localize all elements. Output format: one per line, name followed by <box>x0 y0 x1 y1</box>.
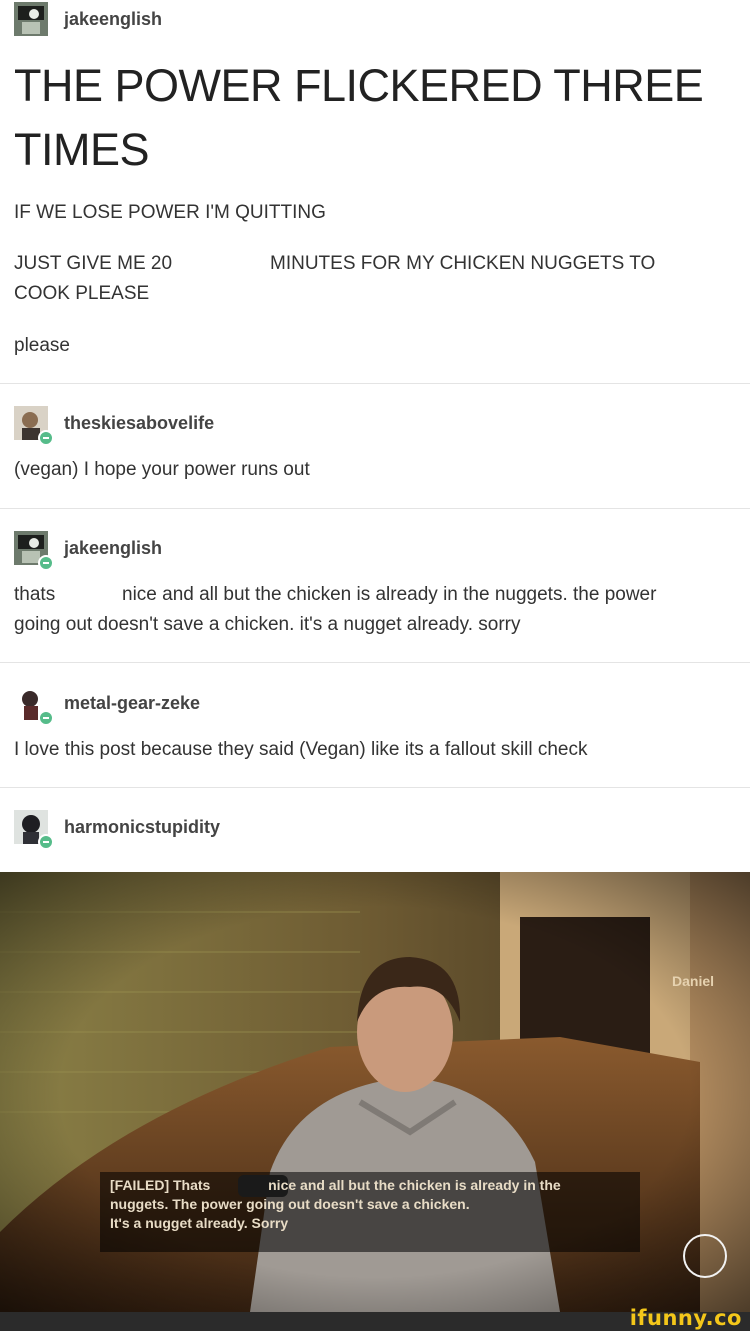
reply-image <box>0 872 750 1312</box>
username[interactable]: theskiesabovelife <box>64 413 214 434</box>
title-line: TIMES <box>14 124 150 175</box>
badge-icon <box>38 834 54 850</box>
caption-text: It's a nugget already. Sorry <box>110 1215 289 1231</box>
post-text: please <box>14 335 70 356</box>
reply-author-row: harmonicstupidity <box>14 810 220 850</box>
post-text-a: JUST GIVE ME 20 <box>14 253 173 274</box>
avatar[interactable] <box>14 2 48 36</box>
reply-author-row: jakeenglish <box>14 531 162 571</box>
post-author-row: jakeenglish <box>14 2 162 36</box>
reply-text: going out doesn't save a chicken. it's a… <box>14 614 521 635</box>
reply-text: (vegan) I hope your power runs out <box>14 459 310 480</box>
badge-icon <box>38 555 54 571</box>
caption-text: [FAILED] Thats <box>110 1177 211 1193</box>
reply-text-b: nice and all but the chicken is already … <box>122 584 657 605</box>
title-line: THE POWER FLICKERED THREE <box>14 60 704 111</box>
avatar[interactable] <box>14 406 54 446</box>
post-title: THE POWER FLICKERED THREE TIMES <box>14 54 734 182</box>
badge-icon <box>38 430 54 446</box>
reply-author-row: theskiesabovelife <box>14 406 214 446</box>
reply-text-a: thats <box>14 584 56 605</box>
badge-icon <box>38 710 54 726</box>
post-text-b: MINUTES FOR MY CHICKEN NUGGETS TO <box>270 253 656 274</box>
caption-text: nuggets. The power going out doesn't sav… <box>110 1196 470 1212</box>
avatar-image <box>14 2 48 36</box>
scene-illustration <box>0 872 750 1312</box>
caption-text: nice and all but the chicken is already … <box>268 1177 561 1193</box>
post-text: COOK PLEASE <box>14 283 150 304</box>
avatar[interactable] <box>14 810 54 850</box>
continue-circle-icon[interactable] <box>683 1234 727 1278</box>
divider <box>0 787 750 788</box>
reply-text: I love this post because they said (Vega… <box>14 739 588 760</box>
divider <box>0 383 750 384</box>
avatar[interactable] <box>14 686 54 726</box>
username[interactable]: jakeenglish <box>64 9 162 30</box>
ifunny-watermark[interactable]: ifunny.co <box>630 1306 742 1330</box>
post-text: IF WE LOSE POWER I'M QUITTING <box>14 202 326 223</box>
username[interactable]: harmonicstupidity <box>64 817 220 838</box>
speaker-name: Daniel <box>672 973 715 989</box>
dialogue-caption: [FAILED] Thats nice and all but the chic… <box>110 1176 630 1233</box>
username[interactable]: metal-gear-zeke <box>64 693 200 714</box>
divider <box>0 508 750 509</box>
username[interactable]: jakeenglish <box>64 538 162 559</box>
reply-author-row: metal-gear-zeke <box>14 686 200 726</box>
divider <box>0 662 750 663</box>
avatar[interactable] <box>14 531 54 571</box>
